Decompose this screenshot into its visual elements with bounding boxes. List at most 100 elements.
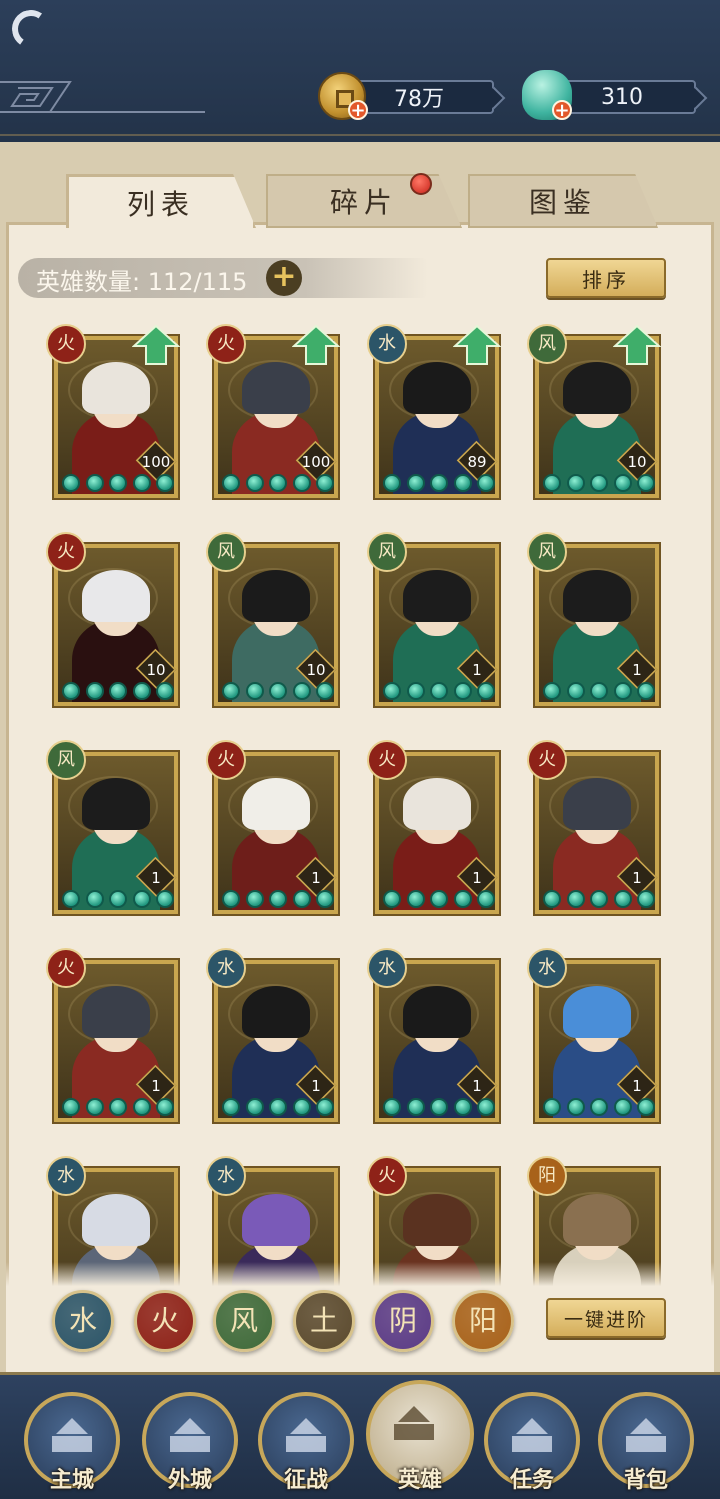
star-icon: [383, 1098, 401, 1116]
hero-card[interactable]: 水 1: [527, 948, 661, 1126]
star-icon: [543, 474, 561, 492]
star-icon: [132, 890, 151, 908]
star-icon: [637, 682, 655, 700]
hero-card[interactable]: 火 1: [367, 740, 501, 918]
star-icon: [156, 474, 174, 492]
hero-level: 1: [472, 869, 482, 887]
star-icon: [383, 474, 401, 492]
hero-level: 89: [467, 453, 487, 471]
star-row: [220, 1098, 336, 1118]
hero-level: 1: [472, 661, 482, 679]
element-icon: 阳: [527, 1156, 567, 1196]
hero-card[interactable]: 火 10: [46, 532, 180, 710]
star-icon: [316, 890, 334, 908]
star-icon: [292, 474, 311, 492]
star-icon: [109, 890, 127, 908]
star-icon: [566, 474, 585, 492]
hero-card[interactable]: 风 1: [367, 532, 501, 710]
nav-label: 任务: [509, 1468, 554, 1493]
advance-all-button[interactable]: 一键进阶: [546, 1298, 666, 1338]
star-icon: [156, 890, 174, 908]
hero-level: 1: [632, 1077, 642, 1095]
star-icon: [613, 682, 632, 700]
element-icon: 火: [367, 740, 407, 780]
element-icon: 水: [206, 948, 246, 988]
hero-card[interactable]: 火 1: [46, 948, 180, 1126]
hero-card[interactable]: 火 100: [46, 324, 180, 502]
nav-label: 征战: [283, 1468, 328, 1493]
star-icon: [132, 474, 151, 492]
star-icon: [566, 1098, 585, 1116]
hero-card[interactable]: 水 89: [367, 324, 501, 502]
element-icon: 水: [367, 324, 407, 364]
element-filter-button[interactable]: 火: [134, 1290, 196, 1352]
star-icon: [156, 1098, 174, 1116]
star-row: [60, 682, 176, 702]
hero-level: 1: [311, 1077, 321, 1095]
star-icon: [222, 474, 240, 492]
sack-icon: [626, 1418, 666, 1452]
element-icon: 火: [527, 740, 567, 780]
element-icon: 水: [46, 1156, 86, 1196]
element-filter-button[interactable]: 阴: [372, 1290, 434, 1352]
star-icon: [222, 682, 240, 700]
hero-card[interactable]: 火 1: [527, 740, 661, 918]
star-icon: [637, 890, 655, 908]
hero-level: 1: [632, 661, 642, 679]
star-icon: [85, 890, 104, 908]
star-icon: [613, 1098, 632, 1116]
gate-icon: [170, 1418, 210, 1452]
element-filter-button[interactable]: 风: [213, 1290, 275, 1352]
hero-level: 10: [627, 453, 647, 471]
star-icon: [316, 682, 334, 700]
star-icon: [109, 1098, 127, 1116]
star-row: [541, 1098, 657, 1118]
element-filter-button[interactable]: 水: [52, 1290, 114, 1352]
nav-label: 外城: [167, 1468, 212, 1493]
star-icon: [406, 474, 425, 492]
star-icon: [62, 1098, 80, 1116]
star-icon: [245, 1098, 264, 1116]
star-icon: [245, 474, 264, 492]
element-icon: 火: [46, 532, 86, 572]
hero-card[interactable]: 风 10: [527, 324, 661, 502]
star-icon: [613, 890, 632, 908]
element-icon: 风: [527, 532, 567, 572]
star-row: [220, 890, 336, 910]
hero-level: 1: [632, 869, 642, 887]
hero-level: 1: [151, 869, 161, 887]
star-icon: [477, 682, 495, 700]
element-icon: 火: [206, 740, 246, 780]
banner-icon: [286, 1418, 326, 1452]
star-icon: [453, 890, 472, 908]
element-filter-button[interactable]: 阳: [452, 1290, 514, 1352]
star-row: [220, 682, 336, 702]
hero-level: 1: [311, 869, 321, 887]
star-icon: [613, 474, 632, 492]
star-icon: [477, 474, 495, 492]
star-icon: [430, 682, 448, 700]
star-icon: [316, 1098, 334, 1116]
element-icon: 风: [46, 740, 86, 780]
star-icon: [85, 682, 104, 700]
star-icon: [222, 1098, 240, 1116]
hero-card[interactable]: 水 1: [367, 948, 501, 1126]
hero-card[interactable]: 风 10: [206, 532, 340, 710]
hero-card[interactable]: 火 100: [206, 324, 340, 502]
element-icon: 水: [206, 1156, 246, 1196]
star-row: [541, 890, 657, 910]
hero-card[interactable]: 风 1: [527, 532, 661, 710]
hero-card[interactable]: 水 1: [206, 948, 340, 1126]
nav-label: 背包: [623, 1468, 668, 1493]
star-icon: [269, 890, 287, 908]
star-icon: [109, 682, 127, 700]
hero-card[interactable]: 火 1: [206, 740, 340, 918]
star-icon: [245, 682, 264, 700]
palace-icon: [52, 1418, 92, 1452]
star-icon: [430, 890, 448, 908]
star-row: [60, 474, 176, 494]
element-icon: 火: [367, 1156, 407, 1196]
hero-level: 1: [151, 1077, 161, 1095]
hero-card[interactable]: 风 1: [46, 740, 180, 918]
element-filter-button[interactable]: 土: [293, 1290, 355, 1352]
